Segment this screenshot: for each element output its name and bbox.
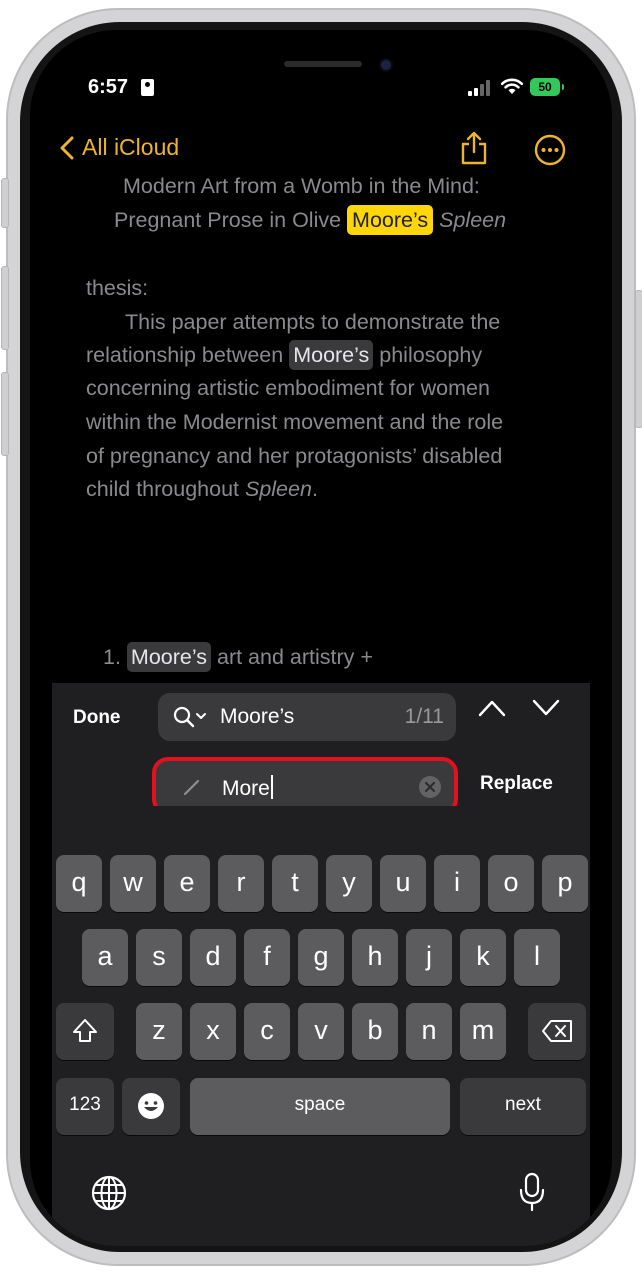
- para-line-6: child throughout Spleen.: [86, 477, 318, 502]
- battery-icon: 50: [530, 78, 564, 96]
- done-button[interactable]: Done: [73, 707, 121, 729]
- focus-id-icon: [141, 79, 154, 96]
- more-options-icon[interactable]: [534, 134, 566, 166]
- key-o[interactable]: o: [488, 855, 534, 912]
- match-highlight: Moore’s: [289, 340, 374, 370]
- para-line-3: concerning artistic embodiment for women: [86, 376, 490, 400]
- replace-value: More: [222, 775, 273, 801]
- status-bar: 6:57 50: [30, 30, 612, 98]
- key-w[interactable]: w: [110, 855, 156, 912]
- volume-down-button: [1, 372, 9, 456]
- camera-icon: [379, 58, 393, 72]
- key-k[interactable]: k: [460, 929, 506, 986]
- key-p[interactable]: p: [542, 855, 588, 912]
- shift-key[interactable]: [56, 1003, 114, 1060]
- key-s[interactable]: s: [136, 929, 182, 986]
- key-b[interactable]: b: [352, 1003, 398, 1060]
- key-y[interactable]: y: [326, 855, 372, 912]
- key-j[interactable]: j: [406, 929, 452, 986]
- status-time: 6:57: [88, 76, 129, 98]
- next-key[interactable]: next: [460, 1078, 586, 1135]
- list-item-1: 1. Moore’s art and artistry +: [103, 642, 373, 672]
- key-c[interactable]: c: [244, 1003, 290, 1060]
- speaker-grille: [284, 61, 362, 67]
- numbers-key[interactable]: 123: [56, 1078, 114, 1135]
- search-options-icon[interactable]: [172, 705, 208, 729]
- volume-up-button: [1, 266, 9, 350]
- find-value: Moore’s: [220, 705, 295, 728]
- share-icon[interactable]: [460, 131, 488, 165]
- key-n[interactable]: n: [406, 1003, 452, 1060]
- key-t[interactable]: t: [272, 855, 318, 912]
- thesis-label: thesis:: [86, 276, 149, 300]
- keyboard: qwertyuiop asdfghjkl zxcvbnm 123 space n…: [52, 806, 590, 1246]
- key-l[interactable]: l: [514, 929, 560, 986]
- match-highlight: Moore’s: [126, 642, 212, 672]
- key-h[interactable]: h: [352, 929, 398, 986]
- microphone-icon[interactable]: [518, 1172, 546, 1212]
- previous-match-icon[interactable]: [478, 699, 506, 717]
- find-replace-bar: Done Moore’s 1/11 More Replace: [52, 683, 590, 815]
- doc-title-line-2: Pregnant Prose in Olive Moore’s Spleen: [114, 205, 507, 235]
- para-text: philosophy: [373, 343, 483, 367]
- key-a[interactable]: a: [82, 929, 128, 986]
- clear-text-icon[interactable]: [418, 775, 442, 799]
- cellular-signal-icon: [468, 79, 492, 96]
- key-u[interactable]: u: [380, 855, 426, 912]
- match-count: 1/11: [404, 705, 444, 728]
- para-line-1: This paper attempts to demonstrate the: [125, 310, 501, 334]
- replace-text: More: [222, 777, 270, 800]
- globe-icon[interactable]: [90, 1174, 128, 1212]
- backspace-icon: [542, 1020, 572, 1042]
- space-key[interactable]: space: [190, 1078, 450, 1135]
- para-italic: Spleen: [244, 477, 312, 501]
- key-g[interactable]: g: [298, 929, 344, 986]
- screen: 6:57 50 All iCloud Modern Art from a Wom…: [30, 30, 612, 1246]
- silent-switch: [1, 178, 9, 228]
- delete-key[interactable]: [528, 1003, 586, 1060]
- current-match-highlight: Moore’s: [347, 205, 434, 235]
- para-line-2: relationship between Moore’s philosophy: [86, 340, 483, 370]
- back-button[interactable]: All iCloud: [60, 134, 179, 161]
- key-f[interactable]: f: [244, 929, 290, 986]
- key-v[interactable]: v: [298, 1003, 344, 1060]
- chevron-left-icon: [60, 136, 74, 159]
- emoji-icon: [138, 1093, 164, 1119]
- para-line-4: within the Modernist movement and the ro…: [86, 410, 504, 434]
- key-e[interactable]: e: [164, 855, 210, 912]
- doc-title-text: Pregnant Prose in Olive: [114, 208, 348, 232]
- key-i[interactable]: i: [434, 855, 480, 912]
- key-r[interactable]: r: [218, 855, 264, 912]
- para-text: .: [311, 477, 318, 501]
- key-q[interactable]: q: [56, 855, 102, 912]
- key-z[interactable]: z: [136, 1003, 182, 1060]
- shift-icon: [73, 1019, 97, 1042]
- pencil-icon: [183, 779, 200, 796]
- wifi-icon: [500, 78, 524, 94]
- text-caret: [270, 775, 273, 799]
- emoji-key[interactable]: [122, 1078, 180, 1135]
- key-m[interactable]: m: [460, 1003, 506, 1060]
- find-field[interactable]: Moore’s 1/11: [158, 693, 456, 741]
- list-text: art and artistry +: [211, 645, 373, 669]
- para-text: child throughout: [86, 477, 245, 501]
- replace-button[interactable]: Replace: [480, 773, 553, 795]
- para-text: relationship between: [86, 343, 290, 367]
- doc-title-italic: Spleen: [439, 208, 507, 232]
- next-match-icon[interactable]: [532, 699, 560, 717]
- key-x[interactable]: x: [190, 1003, 236, 1060]
- list-number: 1.: [103, 645, 121, 669]
- key-d[interactable]: d: [190, 929, 236, 986]
- doc-title-line-1: Modern Art from a Womb in the Mind:: [123, 174, 480, 198]
- back-label: All iCloud: [82, 134, 180, 160]
- para-line-5: of pregnancy and her protagonists’ disab…: [86, 444, 503, 468]
- power-button: [635, 290, 642, 428]
